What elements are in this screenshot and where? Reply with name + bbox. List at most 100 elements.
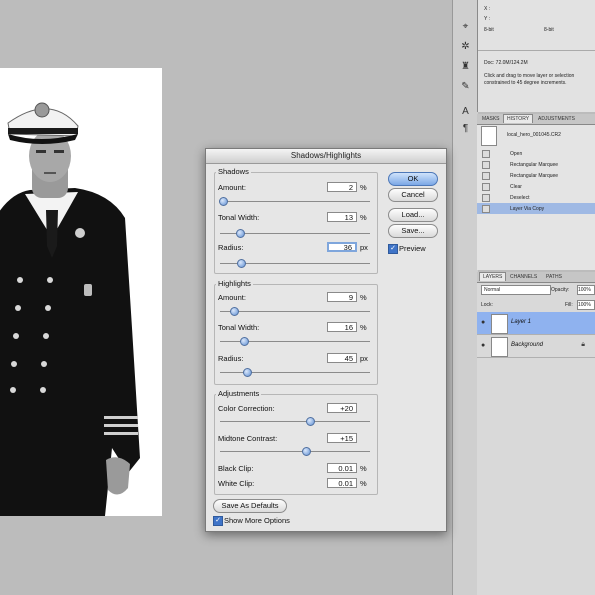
hint-text: Click and drag to move layer or selectio… bbox=[484, 73, 575, 86]
doc-size: Doc: 72.0M/124.2M bbox=[484, 60, 528, 66]
highlights-tonal-width-field[interactable]: 16 bbox=[327, 322, 357, 332]
load-button[interactable]: Load... bbox=[388, 208, 438, 222]
eyedropper-icon[interactable]: ⌖ bbox=[458, 20, 473, 34]
paragraph-icon[interactable]: ¶ bbox=[458, 122, 473, 136]
panel-icon-strip: ⌖ ✲ ♜ ✎ A ¶ bbox=[452, 0, 478, 595]
divider bbox=[478, 50, 595, 51]
lock-icon: 🔒︎ bbox=[581, 341, 585, 348]
color-correction-label: Color Correction: bbox=[218, 404, 275, 413]
shadows-tonal-width-label: Tonal Width: bbox=[218, 213, 260, 222]
layer-name: Background bbox=[511, 342, 544, 348]
shadows-tonal-width-slider[interactable] bbox=[235, 229, 245, 238]
layer-row-background[interactable]: ● Background 🔒︎ bbox=[477, 335, 595, 358]
layer-thumbnail bbox=[491, 337, 508, 357]
shadows-tonal-width-unit: % bbox=[360, 213, 367, 222]
history-panel: MASKS HISTORY ADJUSTMENTS local_hero_001… bbox=[477, 114, 595, 270]
color-correction-field[interactable]: +20 bbox=[327, 403, 357, 413]
shadows-amount-unit: % bbox=[360, 183, 367, 192]
highlights-tonal-width-slider[interactable] bbox=[240, 337, 249, 346]
highlights-tonal-width-unit: % bbox=[360, 323, 367, 332]
color-correction-track[interactable] bbox=[220, 421, 370, 422]
shadows-highlights-dialog: Shadows/Highlights Shadows Amount: 2 % T… bbox=[205, 148, 447, 532]
opacity-label: Opacity: bbox=[551, 287, 570, 293]
white-clip-field[interactable]: 0.01 bbox=[327, 478, 357, 488]
highlights-radius-unit: px bbox=[360, 354, 368, 363]
highlights-amount-field[interactable]: 9 bbox=[327, 292, 357, 302]
layer-thumbnail bbox=[491, 314, 508, 334]
preview-checkbox[interactable]: ✓ bbox=[388, 244, 398, 254]
tab-adjustments[interactable]: ADJUSTMENTS bbox=[535, 115, 578, 123]
history-item[interactable]: Open bbox=[477, 148, 595, 159]
show-more-options-checkbox[interactable]: ✓ bbox=[213, 516, 223, 526]
opacity-field[interactable]: 100% bbox=[577, 285, 595, 295]
highlights-amount-unit: % bbox=[360, 293, 367, 302]
x-label: X : bbox=[484, 6, 491, 12]
bit-depth-left: 8-bit bbox=[484, 27, 494, 33]
y-label: Y : bbox=[484, 16, 491, 22]
snapshot-thumbnail[interactable] bbox=[481, 126, 497, 146]
tab-masks[interactable]: MASKS bbox=[479, 115, 503, 123]
text-icon[interactable]: A bbox=[458, 105, 473, 119]
fill-field[interactable]: 100% bbox=[577, 300, 595, 310]
shadows-radius-slider[interactable] bbox=[237, 259, 246, 268]
gear-icon[interactable]: ✲ bbox=[458, 40, 473, 54]
layers-panel: LAYERS CHANNELS PATHS Normal Opacity: 10… bbox=[477, 272, 595, 595]
shadows-amount-track[interactable] bbox=[220, 201, 370, 202]
white-clip-label: White Clip: bbox=[218, 479, 255, 488]
ok-button[interactable]: OK bbox=[388, 172, 438, 186]
black-clip-label: Black Clip: bbox=[218, 464, 254, 473]
white-clip-unit: % bbox=[360, 479, 367, 488]
layer-name: Layer 1 bbox=[511, 319, 532, 325]
highlights-radius-label: Radius: bbox=[218, 354, 244, 363]
save-button[interactable]: Save... bbox=[388, 224, 438, 238]
show-more-options-label: Show More Options bbox=[224, 516, 290, 525]
highlights-tonal-width-label: Tonal Width: bbox=[218, 323, 260, 332]
history-item[interactable]: Deselect bbox=[477, 192, 595, 203]
dialog-title: Shadows/Highlights bbox=[206, 149, 446, 164]
midtone-contrast-field[interactable]: +15 bbox=[327, 433, 357, 443]
tab-paths[interactable]: PATHS bbox=[543, 273, 565, 281]
cancel-button[interactable]: Cancel bbox=[388, 188, 438, 202]
shadows-amount-field[interactable]: 2 bbox=[327, 182, 357, 192]
highlights-radius-field[interactable]: 45 bbox=[327, 353, 357, 363]
save-as-defaults-button[interactable]: Save As Defaults bbox=[213, 499, 287, 513]
midtone-contrast-track[interactable] bbox=[220, 451, 370, 452]
canvas-image bbox=[0, 68, 162, 516]
highlights-radius-slider[interactable] bbox=[243, 368, 252, 377]
history-item[interactable]: Rectangular Marquee bbox=[477, 170, 595, 181]
tab-history[interactable]: HISTORY bbox=[503, 114, 534, 123]
history-item[interactable]: Rectangular Marquee bbox=[477, 159, 595, 170]
highlights-amount-slider[interactable] bbox=[229, 307, 239, 316]
highlights-amount-track[interactable] bbox=[220, 311, 370, 312]
shadows-radius-field[interactable]: 36 bbox=[327, 242, 357, 252]
tab-layers[interactable]: LAYERS bbox=[479, 272, 507, 281]
bit-depth-right: 8-bit bbox=[544, 27, 554, 33]
firefighter-photo bbox=[0, 68, 162, 516]
clone-icon[interactable]: ♜ bbox=[458, 60, 473, 74]
lock-label: Lock: bbox=[481, 302, 493, 308]
eye-icon[interactable]: ● bbox=[481, 319, 485, 326]
history-item-selected[interactable]: Layer Via Copy bbox=[477, 203, 595, 214]
adjustments-title: Adjustments bbox=[216, 389, 262, 398]
shadows-title: Shadows bbox=[216, 167, 251, 176]
blend-mode-select[interactable]: Normal bbox=[481, 285, 551, 295]
brush-icon[interactable]: ✎ bbox=[458, 80, 473, 94]
color-correction-slider[interactable] bbox=[306, 417, 315, 426]
info-panel: X : Y : 8-bit 8-bit Doc: 72.0M/124.2M Cl… bbox=[477, 0, 595, 112]
history-item[interactable]: Clear bbox=[477, 181, 595, 192]
highlights-amount-label: Amount: bbox=[218, 293, 246, 302]
snapshot-label[interactable]: local_hero_001045.CR2 bbox=[507, 132, 561, 138]
shadows-radius-unit: px bbox=[360, 243, 368, 252]
shadows-tonal-width-field[interactable]: 13 bbox=[327, 212, 357, 222]
preview-label: Preview bbox=[399, 244, 426, 253]
fill-label: Fill: bbox=[565, 302, 573, 308]
layer-row-layer-1[interactable]: ● Layer 1 bbox=[477, 312, 595, 335]
shadows-amount-slider[interactable] bbox=[219, 197, 228, 206]
shadows-amount-label: Amount: bbox=[218, 183, 246, 192]
midtone-contrast-label: Midtone Contrast: bbox=[218, 434, 278, 443]
tab-channels[interactable]: CHANNELS bbox=[507, 273, 540, 281]
midtone-contrast-slider[interactable] bbox=[301, 447, 311, 456]
highlights-title: Highlights bbox=[216, 279, 253, 288]
eye-icon[interactable]: ● bbox=[481, 342, 485, 349]
black-clip-field[interactable]: 0.01 bbox=[327, 463, 357, 473]
